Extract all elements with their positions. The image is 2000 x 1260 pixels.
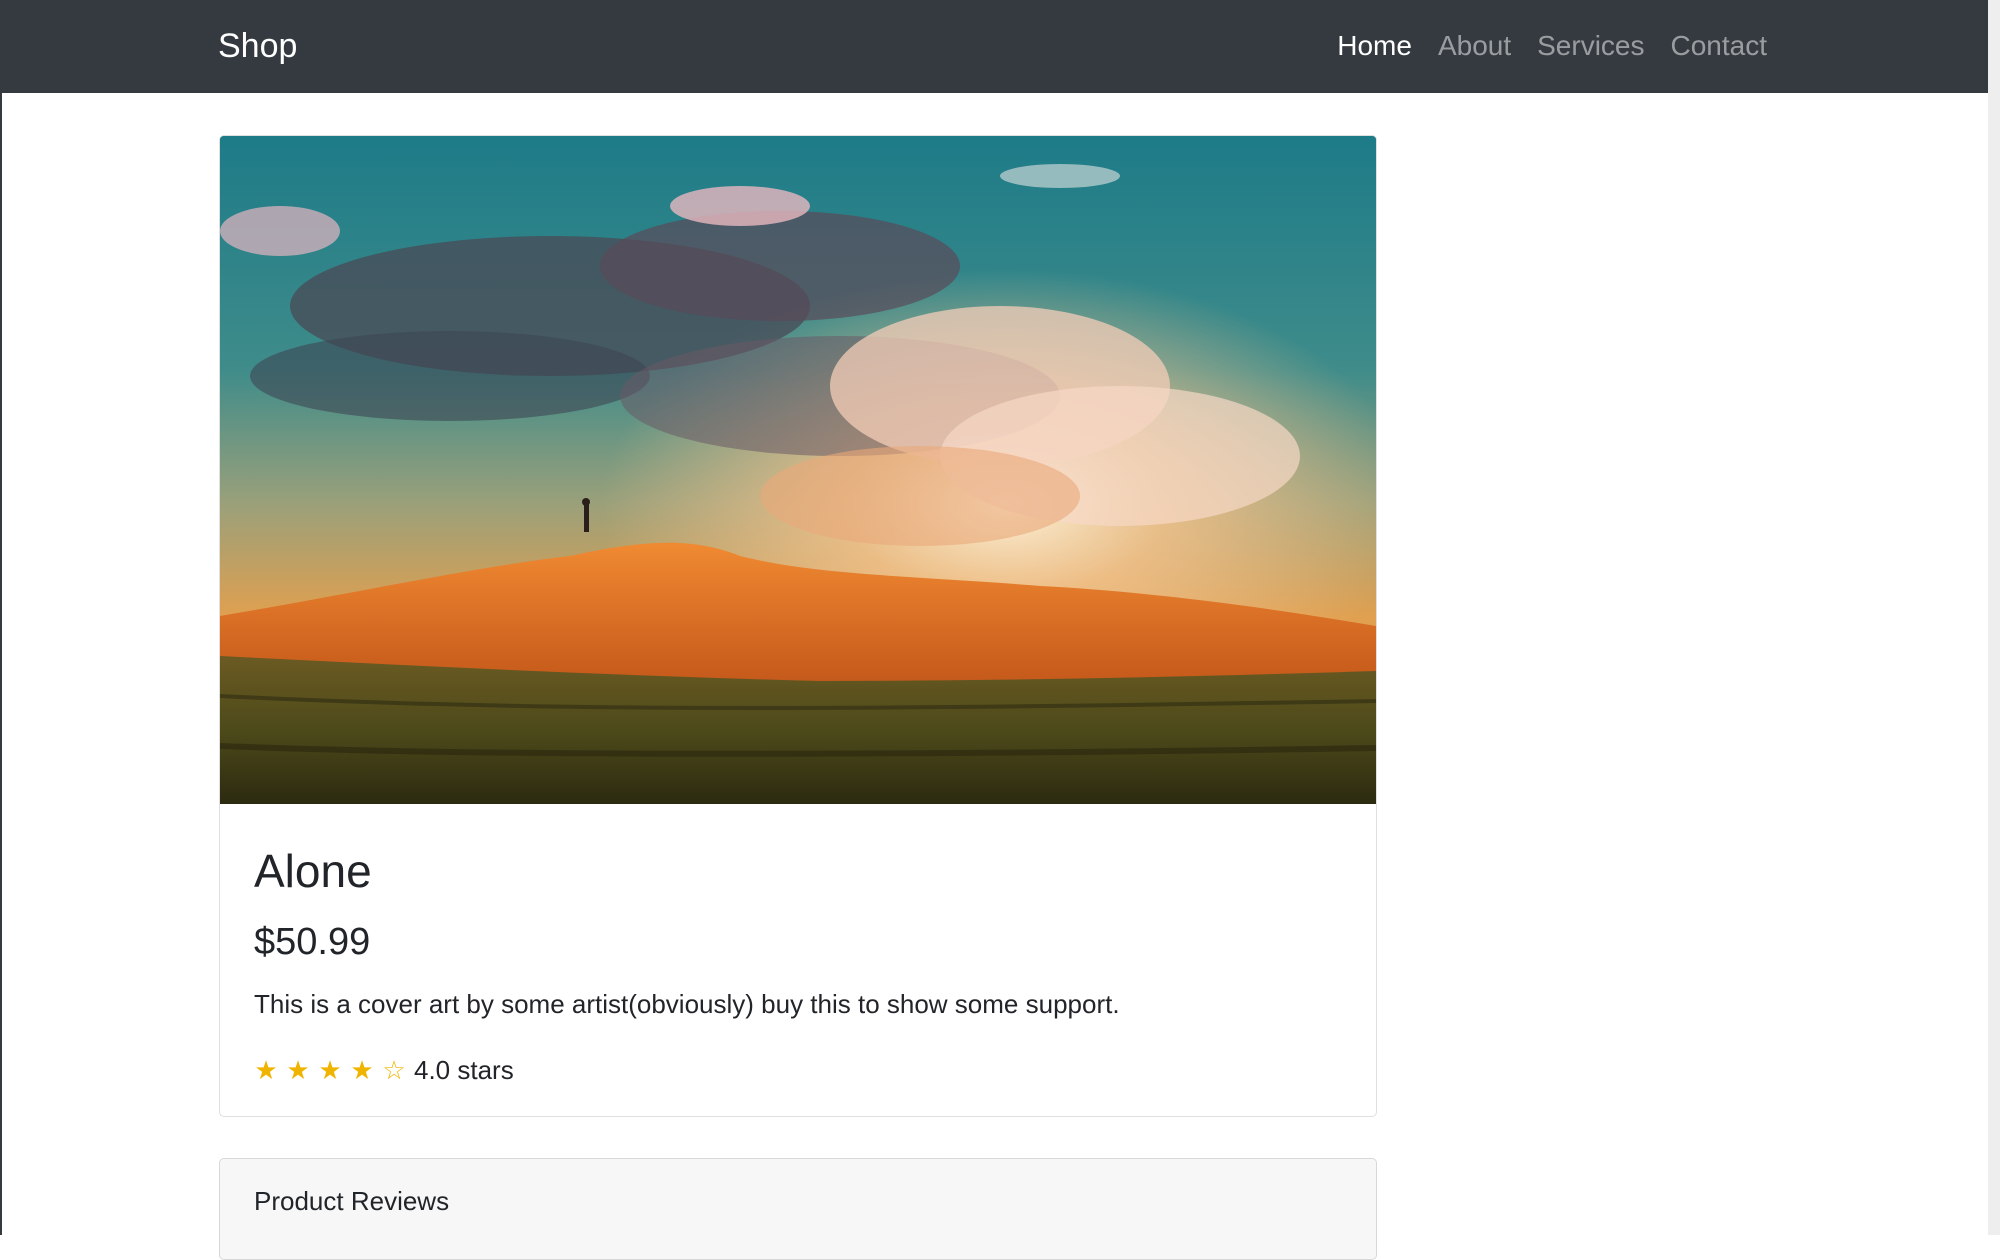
product-image: [220, 136, 1376, 804]
nav-link-services[interactable]: Services: [1537, 22, 1644, 70]
product-reviews-header: Product Reviews: [254, 1186, 450, 1216]
star-filled-icon: ★: [350, 1055, 374, 1085]
nav-link-about[interactable]: About: [1438, 22, 1511, 70]
star-filled-icon: ★: [318, 1055, 342, 1085]
product-rating: ★ ★ ★ ★ ☆ 4.0 stars: [254, 1050, 1342, 1090]
product-description: This is a cover art by some artist(obvio…: [254, 989, 1120, 1019]
product-price: $50.99: [254, 921, 371, 963]
nav-link-home[interactable]: Home: [1337, 22, 1412, 70]
rating-text: 4.0 stars: [414, 1055, 514, 1085]
product-reviews-card: Product Reviews: [219, 1158, 1377, 1260]
top-navbar: Shop Home About Services Contact: [0, 0, 1988, 93]
nav-link-contact[interactable]: Contact: [1671, 22, 1768, 70]
page-scrollbar[interactable]: [1988, 0, 2000, 1235]
product-title: Alone: [254, 845, 372, 897]
window-left-edge: [0, 0, 2, 1235]
brand-logo-link[interactable]: Shop: [218, 22, 297, 70]
star-empty-icon: ☆: [382, 1055, 406, 1085]
star-filled-icon: ★: [254, 1055, 278, 1085]
landscape-painting-image: [220, 136, 1376, 804]
product-card: Alone $50.99 This is a cover art by some…: [219, 135, 1377, 1117]
star-filled-icon: ★: [286, 1055, 310, 1085]
nav-links: Home About Services Contact: [1337, 22, 1767, 70]
product-card-body: Alone $50.99 This is a cover art by some…: [220, 842, 1376, 1090]
